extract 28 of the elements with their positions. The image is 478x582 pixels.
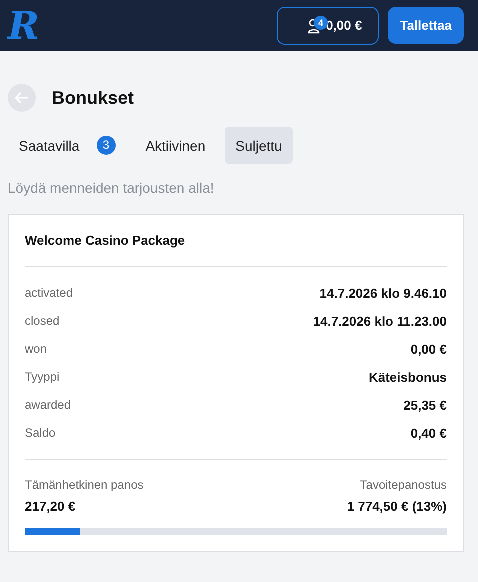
row-label: awarded bbox=[25, 398, 72, 412]
tab[interactable]: Suljettu bbox=[224, 127, 294, 164]
user-icon bbox=[308, 18, 320, 34]
row-value: 25,35 € bbox=[404, 398, 447, 412]
row-value: 0,40 € bbox=[410, 426, 447, 440]
row-value: 14.7.2026 klo 11.23.00 bbox=[313, 314, 447, 328]
logo[interactable]: R bbox=[8, 6, 40, 44]
page-title: Bonukset bbox=[52, 88, 134, 108]
row-label: Tyyppi bbox=[25, 370, 60, 384]
back-button[interactable] bbox=[8, 84, 36, 112]
wager-value: 217,20 € bbox=[25, 499, 77, 514]
back-arrow-icon bbox=[15, 92, 29, 104]
row-value: 14.7.2026 klo 9.46.10 bbox=[320, 286, 447, 300]
row-label: activated bbox=[25, 286, 74, 300]
wager-target-label: Tavoitepanostus bbox=[360, 478, 447, 492]
deposit-button[interactable]: Tallettaa bbox=[388, 7, 464, 44]
wager-label: Tämänhetkinen panos bbox=[25, 478, 144, 492]
row-label: closed bbox=[25, 314, 60, 328]
row-value: Käteisbonus bbox=[368, 370, 447, 384]
tab[interactable]: Aktiivinen bbox=[134, 127, 217, 164]
tab[interactable]: Saatavilla 3 bbox=[8, 127, 127, 164]
card-title: Welcome Casino Package bbox=[25, 233, 447, 267]
row-value: 0,00 € bbox=[410, 342, 447, 356]
row-label: won bbox=[25, 342, 48, 356]
count-badge: 3 bbox=[96, 136, 116, 155]
subtitle: Löydä menneiden tarjousten alla! bbox=[8, 180, 216, 196]
wager-target-value: 1 774,50 € (13%) bbox=[347, 499, 447, 514]
row-label: Saldo bbox=[25, 426, 56, 440]
